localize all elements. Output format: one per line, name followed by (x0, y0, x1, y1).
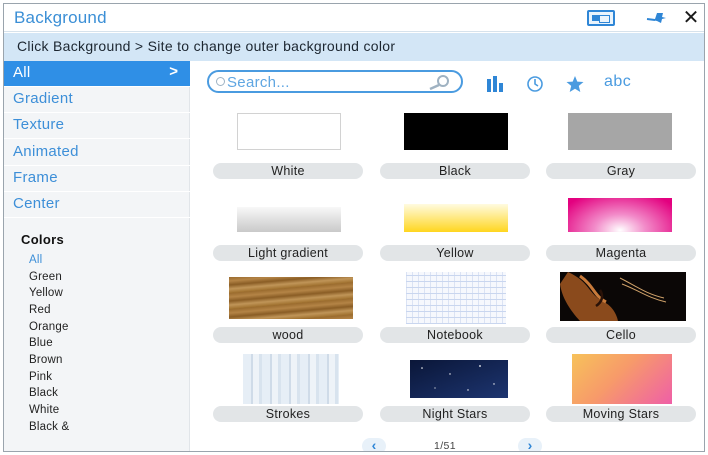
tile-label: Cello (546, 327, 696, 343)
tile-wood[interactable]: wood (213, 277, 363, 353)
color-filter-red[interactable]: Red (29, 304, 51, 316)
tile-label: Night Stars (380, 406, 530, 422)
category-label: Gradient (13, 90, 73, 107)
search-icon[interactable] (426, 74, 452, 90)
tile-magenta[interactable]: Magenta (546, 195, 696, 271)
thumbnail (560, 272, 686, 321)
color-filter-all[interactable]: All (29, 254, 42, 266)
thumbnail (229, 277, 353, 319)
page-indicator: 1/51 (434, 440, 457, 452)
instruction-text: Click Background > Site to change outer … (17, 38, 396, 54)
category-all[interactable]: All > (4, 61, 190, 87)
previous-page-button[interactable]: ‹ (362, 438, 386, 451)
thumbnail (404, 204, 508, 232)
tile-gray[interactable]: Gray (546, 113, 696, 189)
layout-toggle-icon[interactable] (587, 10, 615, 26)
chevron-right-icon: > (169, 63, 178, 80)
category-frame[interactable]: Frame (4, 166, 190, 192)
tile-label: Notebook (380, 327, 530, 343)
background-dialog: Background ✕ Click Background > Site to … (3, 3, 705, 452)
thumbnail (237, 113, 341, 150)
tile-label: White (213, 163, 363, 179)
tile-white[interactable]: White (213, 113, 363, 189)
tile-strokes[interactable]: Strokes (213, 354, 363, 430)
color-filter-pink[interactable]: Pink (29, 371, 52, 383)
close-icon[interactable]: ✕ (681, 8, 701, 28)
thumbnail (568, 198, 672, 232)
search-box (207, 70, 463, 93)
color-filter-black[interactable]: Black (29, 387, 58, 399)
tile-label: Yellow (380, 245, 530, 261)
category-label: All (13, 64, 31, 81)
search-input[interactable] (227, 73, 427, 91)
tile-label: wood (213, 327, 363, 343)
tile-moving-stars[interactable]: Moving Stars (546, 354, 696, 430)
tile-notebook[interactable]: Notebook (380, 272, 530, 348)
category-label: Frame (13, 169, 58, 186)
color-filter-blue[interactable]: Blue (29, 337, 53, 349)
category-animated[interactable]: Animated (4, 140, 190, 166)
tile-label: Magenta (546, 245, 696, 261)
tile-label: Gray (546, 163, 696, 179)
tile-yellow[interactable]: Yellow (380, 195, 530, 271)
tile-cello[interactable]: Cello (546, 272, 696, 348)
thumbnail (404, 113, 508, 150)
next-page-button[interactable]: › (518, 438, 542, 451)
color-filter-white[interactable]: White (29, 404, 59, 416)
category-gradient[interactable]: Gradient (4, 87, 190, 113)
thumbnail (410, 360, 508, 398)
thumbnail (568, 113, 672, 150)
title-bar: Background ✕ (4, 4, 704, 32)
colors-heading: Colors (21, 232, 64, 247)
tile-label: Strokes (213, 406, 363, 422)
tile-night-stars[interactable]: Night Stars (380, 354, 530, 430)
thumbnail (406, 272, 506, 324)
thumbnail (243, 354, 339, 404)
clock-icon[interactable] (526, 75, 544, 93)
instruction-bar: Click Background > Site to change outer … (4, 33, 704, 61)
category-sidebar: All > Gradient Texture Animated Frame Ce… (4, 61, 190, 451)
dialog-title: Background (14, 8, 107, 27)
color-filter-green[interactable]: Green (29, 271, 62, 283)
sort-abc-button[interactable]: abc (604, 73, 631, 91)
color-filter-brown[interactable]: Brown (29, 354, 63, 366)
color-filter-orange[interactable]: Orange (29, 321, 69, 333)
category-texture[interactable]: Texture (4, 113, 190, 139)
category-label: Center (13, 195, 60, 212)
bars-sort-icon[interactable] (486, 75, 506, 93)
tile-label: Light gradient (213, 245, 363, 261)
star-icon[interactable] (565, 75, 585, 93)
tile-light-gradient[interactable]: Light gradient (213, 195, 363, 271)
tile-label: Black (380, 163, 530, 179)
tile-label: Moving Stars (546, 406, 696, 422)
thumbnail (572, 354, 672, 404)
tile-black[interactable]: Black (380, 113, 530, 189)
pin-icon[interactable] (645, 10, 667, 26)
category-label: Texture (13, 116, 65, 133)
color-filter-black-and-white[interactable]: Black & (29, 421, 69, 433)
category-center[interactable]: Center (4, 192, 190, 218)
color-filter-yellow[interactable]: Yellow (29, 287, 63, 299)
search-ring-icon (216, 77, 225, 86)
pagination: ‹ 1/51 › (362, 438, 552, 452)
category-label: Animated (13, 143, 79, 160)
thumbnail (237, 207, 341, 232)
